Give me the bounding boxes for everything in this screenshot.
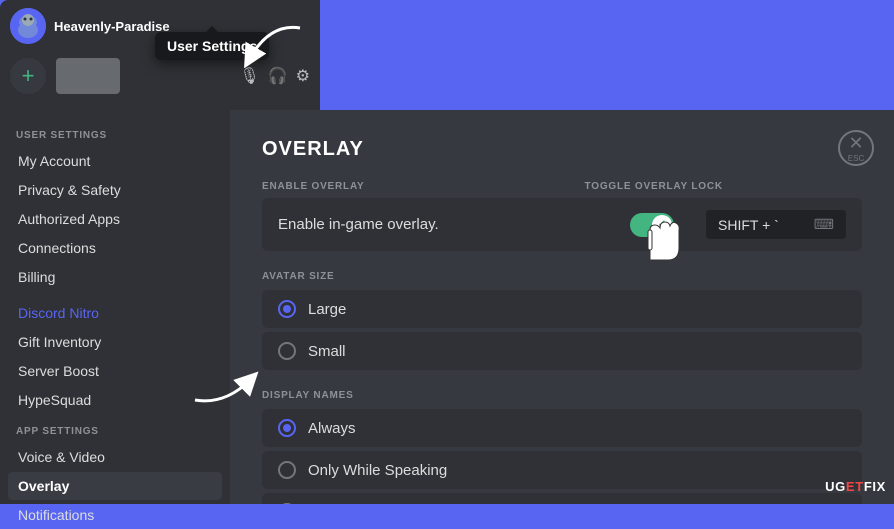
avatar-size-large[interactable]: Large [262, 290, 862, 328]
radio-speaking-circle [278, 461, 296, 479]
avatar-size-small[interactable]: Small [262, 332, 862, 370]
sidebar-item-notifications[interactable]: Notifications [8, 501, 222, 529]
display-always[interactable]: Always [262, 409, 862, 447]
sidebar-item-voice-video[interactable]: Voice & Video [8, 443, 222, 471]
add-server-button[interactable]: + [10, 58, 46, 94]
enable-overlay-row: Enable in-game overlay. ✓ SHIFT + ` ⌨ [262, 198, 862, 251]
server-avatar [10, 8, 46, 44]
radio-small-circle [278, 342, 296, 360]
keybind-box[interactable]: SHIFT + ` ⌨ [706, 210, 846, 239]
avatar-size-group: AVATAR SIZE Large Small [262, 271, 862, 370]
avatar-size-label: AVATAR SIZE [262, 271, 862, 282]
display-names-group: DISPLAY NAMES Always Only While Speaking… [262, 390, 862, 504]
server-name: Heavenly-Paradise [54, 19, 170, 34]
toggle-lock-label: TOGGLE OVERLAY LOCK [585, 181, 723, 192]
avatar-small-label: Small [308, 343, 346, 360]
sidebar-item-overlay[interactable]: Overlay [8, 472, 222, 500]
display-never[interactable]: Never [262, 493, 862, 504]
watermark: UGETFIX [825, 478, 886, 496]
radio-always-dot [283, 424, 291, 432]
watermark-highlight: ET [846, 479, 864, 494]
display-always-label: Always [308, 420, 356, 437]
enable-ingame-label: Enable in-game overlay. [278, 216, 630, 233]
watermark-text: UGETFIX [825, 479, 886, 494]
sidebar: USER SETTINGS My Account Privacy & Safet… [0, 110, 230, 504]
enable-overlay-group: ENABLE OVERLAY TOGGLE OVERLAY LOCK Enabl… [262, 181, 862, 251]
keybind-text: SHIFT + ` [718, 217, 814, 233]
radio-large-circle [278, 300, 296, 318]
cursor-hand [630, 210, 680, 278]
avatar-large-label: Large [308, 301, 346, 318]
sidebar-item-discord-nitro[interactable]: Discord Nitro [8, 299, 222, 327]
settings-panel: USER SETTINGS My Account Privacy & Safet… [0, 110, 894, 504]
keyboard-icon: ⌨ [814, 216, 834, 233]
close-icon: ✕ [848, 134, 863, 152]
display-while-speaking[interactable]: Only While Speaking [262, 451, 862, 489]
enable-overlay-label: ENABLE OVERLAY [262, 181, 365, 192]
user-settings-section-label: USER SETTINGS [8, 126, 222, 145]
arrow-annotation-2 [185, 360, 265, 415]
radio-large-dot [283, 305, 291, 313]
sidebar-item-gift-inventory[interactable]: Gift Inventory [8, 328, 222, 356]
close-label: ESC [848, 154, 864, 163]
sidebar-item-privacy-safety[interactable]: Privacy & Safety [8, 176, 222, 204]
page-title: OVERLAY [262, 138, 862, 161]
app-settings-section-label: APP SETTINGS [8, 422, 222, 441]
close-button[interactable]: ✕ ESC [838, 130, 874, 166]
main-content: ✕ ESC OVERLAY ENABLE OVERLAY TOGGLE OVER… [230, 110, 894, 504]
sidebar-item-connections[interactable]: Connections [8, 234, 222, 262]
display-names-label: DISPLAY NAMES [262, 390, 862, 401]
sidebar-item-billing[interactable]: Billing [8, 263, 222, 291]
display-speaking-label: Only While Speaking [308, 462, 447, 479]
radio-always-circle [278, 419, 296, 437]
user-avatar-strip [56, 58, 120, 94]
arrow-annotation-1 [240, 18, 320, 73]
sidebar-item-authorized-apps[interactable]: Authorized Apps [8, 205, 222, 233]
sidebar-item-my-account[interactable]: My Account [8, 147, 222, 175]
